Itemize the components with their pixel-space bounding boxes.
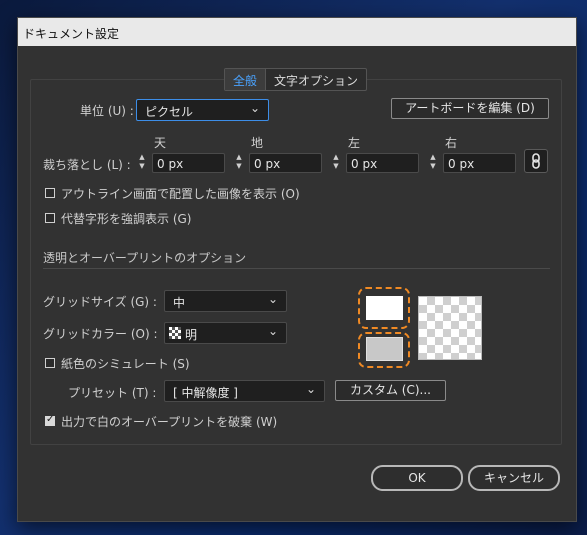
substitute-glyphs-label: 代替字形を強調表示 (G) [61,212,192,226]
simulate-paper-checkbox[interactable] [45,358,55,368]
preset-label: プリセット (T) : [68,386,157,400]
grid-color-label: グリッドカラー (O) : [43,327,158,341]
bleed-bottom-heading: 地 [251,136,264,150]
grid-size-label: グリッドサイズ (G) : [43,295,157,309]
grid-size-select[interactable]: 中 ⌄ [164,290,287,312]
bleed-top-stepper[interactable]: ▲ ▼ [137,153,147,173]
bleed-top-heading: 天 [154,136,167,150]
bleed-bottom-value: 0 px [254,157,281,171]
preset-value: [ 中解像度 ] [173,386,238,400]
substitute-glyphs-checkbox[interactable] [45,213,55,223]
section-title: 透明とオーバープリントのオプション [43,251,247,265]
units-select[interactable]: ピクセル ⌄ [136,99,269,121]
units-value: ピクセル [145,105,194,119]
grid-color-value: 明 [185,328,198,342]
simulate-paper-label: 紙色のシミュレート (S) [61,357,190,371]
bleed-right-stepper[interactable]: ▲ ▼ [428,153,438,173]
custom-button[interactable]: カスタム (C)... [335,380,446,401]
grid-color-select[interactable]: 明 ⌄ [164,322,287,344]
bleed-right-input[interactable]: 0 px [443,153,516,173]
bleed-right-heading: 右 [445,136,458,150]
dialog-title: ドキュメント設定 [23,27,120,41]
chevron-down-icon: ⌄ [267,324,278,338]
grid-size-value: 中 [173,296,186,310]
bleed-top-value: 0 px [157,157,184,171]
section-divider [43,268,550,269]
bleed-left-stepper[interactable]: ▲ ▼ [331,153,341,173]
discard-white-overprint-checkbox[interactable] [45,414,55,426]
grid-color-swatch-icon [169,327,181,339]
bleed-top-input[interactable]: 0 px [152,153,225,173]
cancel-button[interactable]: キャンセル [468,465,560,491]
bleed-left-input[interactable]: 0 px [346,153,419,173]
tab-bar: 全般 文字オプション [224,68,368,91]
title-bar[interactable]: ドキュメント設定 [18,18,576,46]
link-bleed-button[interactable] [524,149,548,173]
transparency-grid-preview [418,296,482,360]
chevron-down-icon: ⌄ [249,101,260,115]
grid-color-2-swatch[interactable] [366,337,403,361]
units-label: 単位 (U) : [80,104,134,118]
bleed-left-heading: 左 [348,136,361,150]
bleed-right-value: 0 px [448,157,475,171]
outline-images-label: アウトライン画面で配置した画像を表示 (O) [61,187,300,201]
discard-white-overprint-label: 出力で白のオーバープリントを破棄 (W) [61,415,278,429]
tab-type-options[interactable]: 文字オプション [266,69,366,90]
chain-link-icon [532,153,540,169]
ok-button[interactable]: OK [371,465,463,491]
edit-artboard-button[interactable]: アートボードを編集 (D) [391,98,549,119]
bleed-bottom-stepper[interactable]: ▲ ▼ [234,153,244,173]
chevron-down-icon: ⌄ [305,382,316,396]
outline-images-checkbox[interactable] [45,188,55,198]
preset-select[interactable]: [ 中解像度 ] ⌄ [164,380,325,402]
document-setup-dialog: ドキュメント設定 全般 文字オプション 単位 (U) : ピクセル ⌄ アートボ… [17,17,577,522]
grid-color-1-swatch[interactable] [366,296,403,320]
tab-general[interactable]: 全般 [225,69,267,90]
bleed-left-value: 0 px [351,157,378,171]
bleed-label: 裁ち落とし (L) : [43,158,131,172]
bleed-bottom-input[interactable]: 0 px [249,153,322,173]
chevron-down-icon: ⌄ [267,292,278,306]
